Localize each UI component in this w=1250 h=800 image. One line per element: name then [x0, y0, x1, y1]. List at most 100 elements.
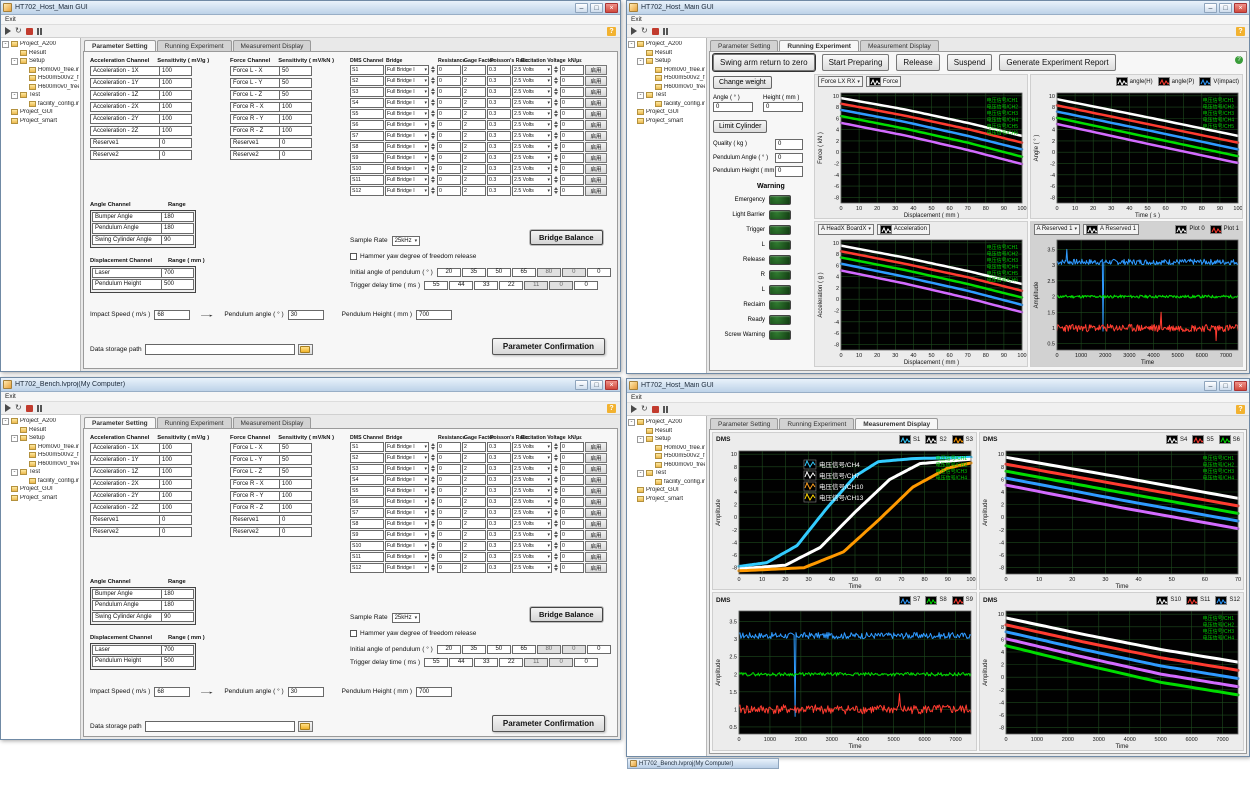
sample-rate-dropdown[interactable]: 25kHz▾ [392, 236, 421, 246]
menu-exit[interactable]: Exit [5, 16, 16, 23]
spinner[interactable] [553, 77, 559, 84]
spinner[interactable] [430, 465, 436, 472]
poisson-ratio-input[interactable]: 0.3 [487, 142, 511, 152]
enable-button[interactable]: 启用 [585, 453, 607, 463]
excitation-voltage-dropdown[interactable]: 2.5 Volts▾ [512, 76, 552, 86]
poisson-ratio-input[interactable]: 0.3 [487, 453, 511, 463]
legend-item-S9[interactable]: S9 [952, 596, 973, 605]
pendulum-height-input[interactable]: 700 [416, 310, 452, 321]
sensitivity-input[interactable]: 50 [280, 66, 312, 77]
spinner[interactable] [553, 531, 559, 538]
poisson-ratio-input[interactable]: 0.3 [487, 530, 511, 540]
range-input[interactable]: 500 [162, 279, 194, 290]
spinner[interactable] [553, 443, 559, 450]
spinner[interactable] [553, 487, 559, 494]
sensitivity-input[interactable]: 100 [280, 503, 312, 514]
resistance-input[interactable]: 0 [437, 497, 461, 507]
gage-factor-input[interactable]: 2 [462, 186, 486, 196]
bridge-dropdown[interactable]: Full Bridge I▾ [385, 131, 429, 141]
start-preparing-button[interactable]: Start Preparing [822, 54, 890, 71]
sensitivity-input[interactable]: 0 [280, 527, 312, 538]
bridge-dropdown[interactable]: Full Bridge I▾ [385, 519, 429, 529]
excitation-voltage-dropdown[interactable]: 2.5 Volts▾ [512, 497, 552, 507]
tree-expander-icon[interactable]: - [637, 470, 644, 477]
channel-button[interactable]: Acceleration [877, 224, 930, 235]
spinner[interactable] [553, 66, 559, 73]
poisson-ratio-input[interactable]: 0.3 [487, 87, 511, 97]
gage-factor-input[interactable]: 2 [462, 175, 486, 185]
enable-button[interactable]: 启用 [585, 120, 607, 130]
gage-factor-input[interactable]: 2 [462, 164, 486, 174]
tree-item[interactable]: H600m0v0_free.ini [628, 461, 705, 470]
legend-item-S6[interactable]: S6 [1219, 435, 1240, 444]
abort-icon[interactable] [26, 28, 33, 35]
tree-expander-icon[interactable]: - [628, 419, 635, 426]
bridge-dropdown[interactable]: Full Bridge I▾ [385, 109, 429, 119]
spinner[interactable] [430, 99, 436, 106]
minimize-button[interactable]: – [1204, 381, 1217, 391]
impact-speed-input[interactable]: 68 [154, 687, 190, 698]
poisson-ratio-input[interactable]: 0.3 [487, 552, 511, 562]
enable-button[interactable]: 启用 [585, 131, 607, 141]
poisson-ratio-input[interactable]: 0.3 [487, 563, 511, 573]
enable-button[interactable]: 启用 [585, 175, 607, 185]
tab-running-experiment[interactable]: Running Experiment [157, 417, 232, 428]
enable-button[interactable]: 启用 [585, 87, 607, 97]
range-input[interactable]: 700 [162, 645, 194, 656]
tree-item[interactable]: H600m0v0_free.ini [2, 460, 79, 469]
abort-icon[interactable] [26, 405, 33, 412]
legend-item-S1[interactable]: S1 [899, 435, 920, 444]
excitation-voltage-dropdown[interactable]: 2.5 Volts▾ [512, 142, 552, 152]
excitation-voltage-dropdown[interactable]: 2.5 Volts▾ [512, 508, 552, 518]
poisson-ratio-input[interactable]: 0.3 [487, 98, 511, 108]
spinner[interactable] [553, 88, 559, 95]
sensitivity-input[interactable]: 50 [280, 467, 312, 478]
spinner[interactable] [430, 187, 436, 194]
legend-item-S10[interactable]: S10 [1156, 596, 1181, 605]
tree-expander-icon[interactable]: - [628, 41, 635, 48]
resistance-input[interactable]: 0 [437, 76, 461, 86]
sensitivity-input[interactable]: 0 [160, 138, 192, 149]
tree-item[interactable]: facility_config.ini [628, 100, 705, 109]
close-button[interactable]: × [1234, 381, 1247, 391]
excitation-voltage-dropdown[interactable]: 2.5 Volts▾ [512, 153, 552, 163]
sensitivity-input[interactable]: 100 [280, 114, 312, 125]
sensitivity-input[interactable]: 100 [160, 443, 192, 454]
suspend-button[interactable]: Suspend [947, 54, 993, 71]
poisson-ratio-input[interactable]: 0.3 [487, 164, 511, 174]
resistance-input[interactable]: 0 [437, 475, 461, 485]
enable-button[interactable]: 启用 [585, 541, 607, 551]
maximize-button[interactable]: □ [590, 380, 603, 390]
tree-item[interactable]: Project_GUI [628, 486, 705, 495]
kn-input[interactable]: 0 [560, 486, 584, 496]
excitation-voltage-dropdown[interactable]: 2.5 Volts▾ [512, 541, 552, 551]
run-continuous-icon[interactable]: ↻ [641, 27, 648, 35]
gage-factor-input[interactable]: 2 [462, 530, 486, 540]
spinner[interactable] [430, 154, 436, 161]
bridge-dropdown[interactable]: Full Bridge I▾ [385, 508, 429, 518]
resistance-input[interactable]: 0 [437, 530, 461, 540]
spinner[interactable] [430, 553, 436, 560]
range-input[interactable]: 180 [162, 212, 194, 223]
spinner[interactable] [430, 487, 436, 494]
spinner[interactable] [553, 509, 559, 516]
excitation-voltage-dropdown[interactable]: 2.5 Volts▾ [512, 453, 552, 463]
maximize-button[interactable]: □ [1219, 3, 1232, 13]
background-window-titlebar[interactable]: HT702_Bench.lvproj(My Computer) [627, 758, 779, 769]
excitation-voltage-dropdown[interactable]: 2.5 Volts▾ [512, 464, 552, 474]
initial-angle-cell[interactable]: 20 [437, 645, 461, 655]
kn-input[interactable]: 0 [560, 120, 584, 130]
kn-input[interactable]: 0 [560, 164, 584, 174]
enable-button[interactable]: 启用 [585, 442, 607, 452]
run-icon[interactable] [5, 404, 11, 412]
resistance-input[interactable]: 0 [437, 442, 461, 452]
bridge-balance-button[interactable]: Bridge Balance [530, 230, 603, 245]
close-button[interactable]: × [605, 3, 618, 13]
range-input[interactable]: 700 [162, 268, 194, 279]
enable-button[interactable]: 启用 [585, 497, 607, 507]
titlebar[interactable]: HT702_Bench.lvproj(My Computer) – □ × [1, 378, 620, 392]
spinner[interactable] [430, 443, 436, 450]
range-input[interactable]: 180 [162, 600, 194, 611]
tree-item[interactable]: - Test [2, 468, 79, 477]
spinner[interactable] [430, 176, 436, 183]
